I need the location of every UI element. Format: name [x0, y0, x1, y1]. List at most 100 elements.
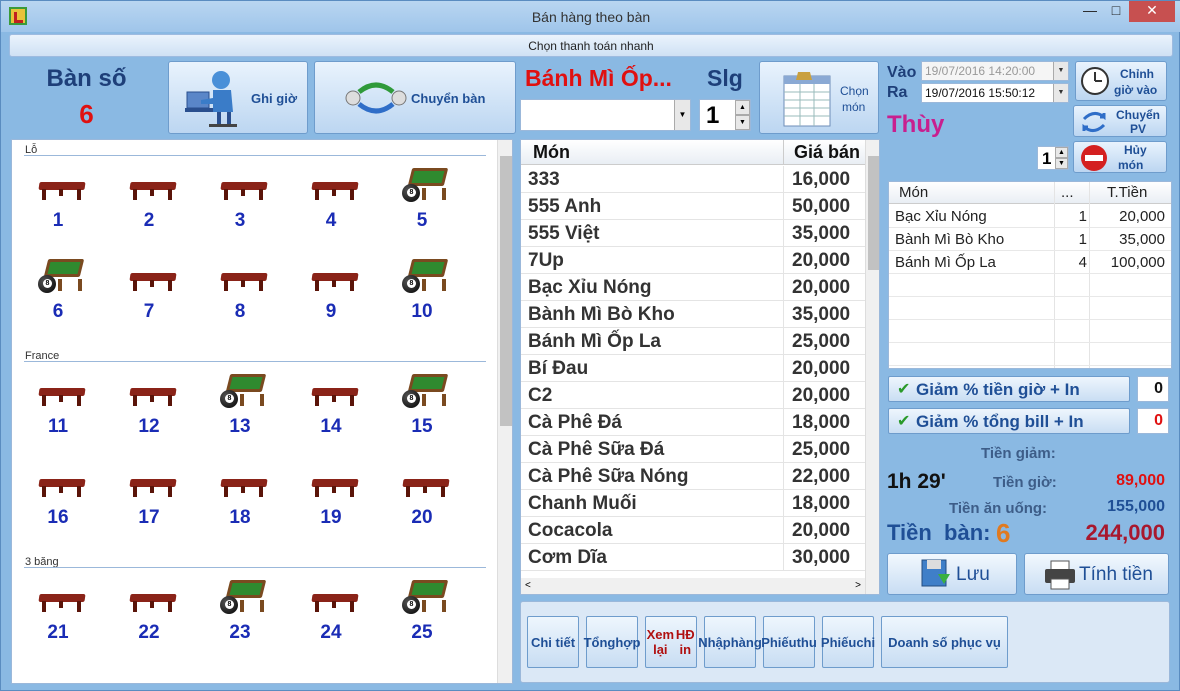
menu-row[interactable]: Cocacola 20,000	[521, 517, 865, 544]
table-cell[interactable]: 19	[301, 455, 361, 545]
maximize-button[interactable]: □	[1103, 1, 1129, 22]
table-cell[interactable]: 13	[210, 364, 270, 454]
table-cell[interactable]: 16	[28, 455, 88, 545]
menu-hscrollbar[interactable]: < >	[521, 578, 865, 594]
spin-down-icon[interactable]: ▼	[1055, 158, 1068, 169]
tables-scrollbar[interactable]	[497, 140, 512, 683]
billiard-table-icon	[311, 473, 359, 497]
table-cell[interactable]: 7	[119, 249, 179, 339]
table-cell[interactable]: 21	[28, 570, 88, 660]
cancel-qty-stepper[interactable]: 1 ▲ ▼	[1037, 146, 1069, 170]
menu-row[interactable]: 555 Việt 35,000	[521, 220, 865, 247]
bottom-toolbar-button[interactable]: Phiếu chi	[821, 616, 875, 668]
table-cell[interactable]: 20	[392, 455, 452, 545]
transfer-staff-button[interactable]: Chuyển PV	[1073, 105, 1167, 137]
transfer-icon	[345, 82, 407, 114]
adjust-time-button[interactable]: Chỉnh giờ vào	[1075, 61, 1167, 101]
table-cell[interactable]: 9	[301, 249, 361, 339]
table-cell[interactable]: 12	[119, 364, 179, 454]
time-out-field[interactable]: 19/07/2016 15:50:12 ▼	[921, 83, 1069, 103]
spin-up-icon[interactable]: ▲	[735, 100, 750, 115]
table-cell[interactable]: 3	[210, 158, 270, 248]
table-cell[interactable]: 1	[28, 158, 88, 248]
menu-row[interactable]: 333 16,000	[521, 166, 865, 193]
menu-row[interactable]: Bánh Mì Ốp La 25,000	[521, 328, 865, 355]
bottom-toolbar-button[interactable]: Phiếu thu	[761, 616, 817, 668]
billiard-table-icon	[38, 473, 86, 497]
minimize-button[interactable]: —	[1077, 1, 1103, 22]
order-row-empty	[889, 297, 1171, 320]
discount-value-input[interactable]: 0	[1137, 376, 1169, 402]
order-row[interactable]: Bành Mì Bò Kho 1 35,000	[889, 228, 1171, 251]
menu-row[interactable]: 555 Anh 50,000	[521, 193, 865, 220]
ghi-gio-label: Ghi giờ	[251, 91, 298, 106]
menu-row[interactable]: Cà Phê Đá 18,000	[521, 409, 865, 436]
table-cell[interactable]: 15	[392, 364, 452, 454]
menu-row[interactable]: Bành Mì Bò Kho 35,000	[521, 301, 865, 328]
quantity-stepper[interactable]: 1 ▲ ▼	[699, 99, 751, 131]
menu-scroll-thumb[interactable]	[868, 156, 879, 270]
transfer-staff-label-1: Chuyển	[1116, 108, 1161, 122]
table-cell[interactable]: 5	[392, 158, 452, 248]
discount-value-input[interactable]: 0	[1137, 408, 1169, 434]
table-cell[interactable]: 6	[28, 249, 88, 339]
table-cell[interactable]: 4	[301, 158, 361, 248]
checkout-button[interactable]: Tính tiền	[1024, 553, 1169, 595]
table-cell[interactable]: 14	[301, 364, 361, 454]
table-cell[interactable]: 2	[119, 158, 179, 248]
chevron-down-icon[interactable]: ▼	[1053, 84, 1068, 102]
menu-item-name: Cơm Dĩa	[528, 547, 607, 568]
quick-pay-button[interactable]: Chọn thanh toán nhanh	[9, 34, 1173, 57]
spin-down-icon[interactable]: ▼	[735, 115, 750, 130]
menu-row[interactable]: Cà Phê Sữa Nóng 22,000	[521, 463, 865, 490]
save-button[interactable]: Lưu	[887, 553, 1017, 595]
discount-button[interactable]: ✔ Giảm % tiền giờ + In	[888, 376, 1130, 402]
menu-row[interactable]: Bí Đau 20,000	[521, 355, 865, 382]
table-number: 22	[138, 622, 160, 643]
menu-row[interactable]: 7Up 20,000	[521, 247, 865, 274]
order-col-total[interactable]: T.Tiền	[1107, 184, 1147, 201]
menu-row[interactable]: Cà Phê Sữa Đá 25,000	[521, 436, 865, 463]
chuyen-ban-button[interactable]: Chuyển bàn	[314, 61, 516, 134]
order-col-qty[interactable]: ...	[1061, 184, 1074, 201]
chevron-down-icon[interactable]: ▼	[674, 100, 690, 130]
chevron-left-icon[interactable]: <	[525, 580, 531, 591]
bottom-toolbar-button[interactable]: Tổng hợp	[584, 616, 640, 668]
bottom-toolbar-button[interactable]: Chi tiết	[527, 616, 579, 668]
menu-col-price[interactable]: Giá bán	[783, 140, 865, 165]
menu-col-name[interactable]: Món	[533, 142, 570, 163]
table-cell[interactable]: 17	[119, 455, 179, 545]
table-cell[interactable]: 10	[392, 249, 452, 339]
order-row[interactable]: Bạc Xỉu Nóng 1 20,000	[889, 205, 1171, 228]
menu-row[interactable]: C2 20,000	[521, 382, 865, 409]
menu-scrollbar[interactable]	[865, 140, 879, 594]
menu-row[interactable]: Bạc Xỉu Nóng 20,000	[521, 274, 865, 301]
discount-button[interactable]: ✔ Giảm % tổng bill + In	[888, 408, 1130, 434]
table-cell[interactable]: 18	[210, 455, 270, 545]
table-cell[interactable]: 22	[119, 570, 179, 660]
billiard-table-icon	[38, 176, 86, 200]
bottom-toolbar-button[interactable]: Xem lại HĐ in	[645, 616, 697, 668]
table-cell[interactable]: 24	[301, 570, 361, 660]
table-cell[interactable]: 8	[210, 249, 270, 339]
menu-list-icon	[783, 72, 831, 127]
table-cell[interactable]: 11	[28, 364, 88, 454]
table-cell[interactable]: 25	[392, 570, 452, 660]
menu-row[interactable]: Cơm Dĩa 30,000	[521, 544, 865, 571]
order-row[interactable]: Bánh Mì Ốp La 4 100,000	[889, 251, 1171, 274]
menu-row[interactable]: Chanh Muối 18,000	[521, 490, 865, 517]
food-combo[interactable]: ▼	[520, 99, 691, 131]
table-cell[interactable]: 23	[210, 570, 270, 660]
spin-up-icon[interactable]: ▲	[1055, 147, 1068, 158]
bottom-toolbar-button[interactable]: Nhập hàng	[698, 616, 762, 668]
chevron-right-icon[interactable]: >	[855, 580, 861, 591]
tables-scroll-thumb[interactable]	[500, 156, 512, 426]
chon-mon-button[interactable]: Chọn món	[759, 61, 879, 134]
close-button[interactable]: ✕	[1129, 1, 1175, 22]
bottom-toolbar-button[interactable]: Doanh số phục vụ	[881, 616, 1008, 668]
time-out-value: 19/07/2016 15:50:12	[925, 86, 1036, 100]
cancel-item-button[interactable]: Hủy món	[1073, 141, 1167, 173]
ghi-gio-button[interactable]: Ghi giờ	[168, 61, 308, 134]
order-row-empty	[889, 343, 1171, 366]
order-col-name[interactable]: Món	[899, 184, 928, 201]
